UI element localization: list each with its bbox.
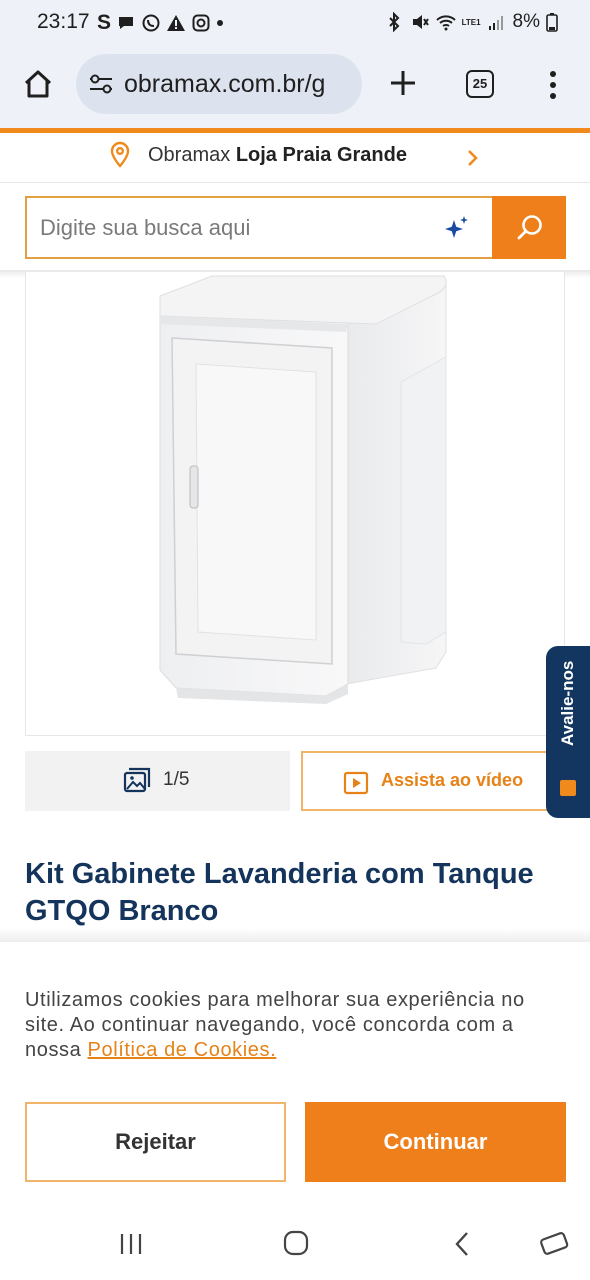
recent-apps-icon[interactable] [118,1231,144,1257]
location-pin-icon [110,141,130,168]
watch-video-label: Assista ao vídeo [381,770,524,790]
back-icon[interactable] [452,1230,472,1258]
ai-sparkle-icon[interactable] [443,214,471,242]
search-icon [517,215,542,240]
store-name: Loja Praia Grande [235,144,407,166]
system-icons: LTE1 8% [384,11,558,33]
home-icon[interactable] [22,68,54,100]
status-time: 23:17 [37,10,90,33]
image-gallery-icon [123,767,151,793]
battery-icon [546,13,558,32]
cabinet-illustration [159,275,447,704]
feedback-tab[interactable]: Avalie-nos [546,646,590,818]
bluetooth-icon [388,12,399,32]
url-text: obramax.com.br/g [124,70,326,98]
rotate-screen-icon[interactable] [538,1228,570,1258]
feedback-icon [560,780,576,796]
play-video-icon [343,771,369,795]
cookie-banner: Utilizamos cookies para melhorar sua exp… [0,942,590,1212]
gallery-count: 1/5 [163,769,190,790]
wifi-icon [435,15,456,31]
network-label: LTE1 [461,17,481,27]
carrier-letter: S [97,11,112,34]
site-settings-icon[interactable] [88,72,114,96]
tab-switcher-button[interactable]: 25 [466,70,494,98]
search-bar [25,196,566,259]
signal-icon [488,16,503,30]
cookie-message: Utilizamos cookies para melhorar sua exp… [25,988,570,1063]
more-menu-icon[interactable] [548,70,558,100]
whatsapp-icon [142,14,160,32]
store-prefix: Obramax [148,144,231,166]
home-nav-icon[interactable] [283,1230,309,1256]
address-bar[interactable]: obramax.com.br/g [76,54,362,114]
dot-icon [217,20,224,26]
store-label: Obramax Loja Praia Grande [148,144,407,167]
system-nav-bar [0,1212,590,1280]
notification-icons: S [97,11,224,35]
search-input[interactable] [25,196,492,259]
battery-percent: 8% [512,11,540,32]
chevron-right-icon [468,150,478,166]
reject-cookies-button[interactable]: Rejeitar [25,1102,286,1182]
store-selector[interactable]: Obramax Loja Praia Grande [0,133,590,183]
cookie-policy-link[interactable]: Política de Cookies. [88,1039,277,1061]
browser-toolbar: obramax.com.br/g 25 [0,46,590,128]
new-tab-icon[interactable] [388,68,418,98]
accept-cookies-button[interactable]: Continuar [305,1102,566,1182]
status-bar: 23:17 S LTE1 8% [0,0,590,46]
watch-video-button[interactable]: Assista ao vídeo [301,751,565,811]
product-image[interactable] [25,272,565,736]
gallery-counter[interactable]: 1/5 [25,751,290,811]
alert-icon [167,15,186,31]
chat-bubble-icon [119,17,134,29]
mute-icon [412,15,429,29]
search-button[interactable] [492,196,566,259]
product-title: Kit Gabinete Lavanderia com Tanque GTQO … [25,858,534,927]
feedback-label: Avalie-nos [558,660,577,746]
instagram-icon [192,14,210,32]
